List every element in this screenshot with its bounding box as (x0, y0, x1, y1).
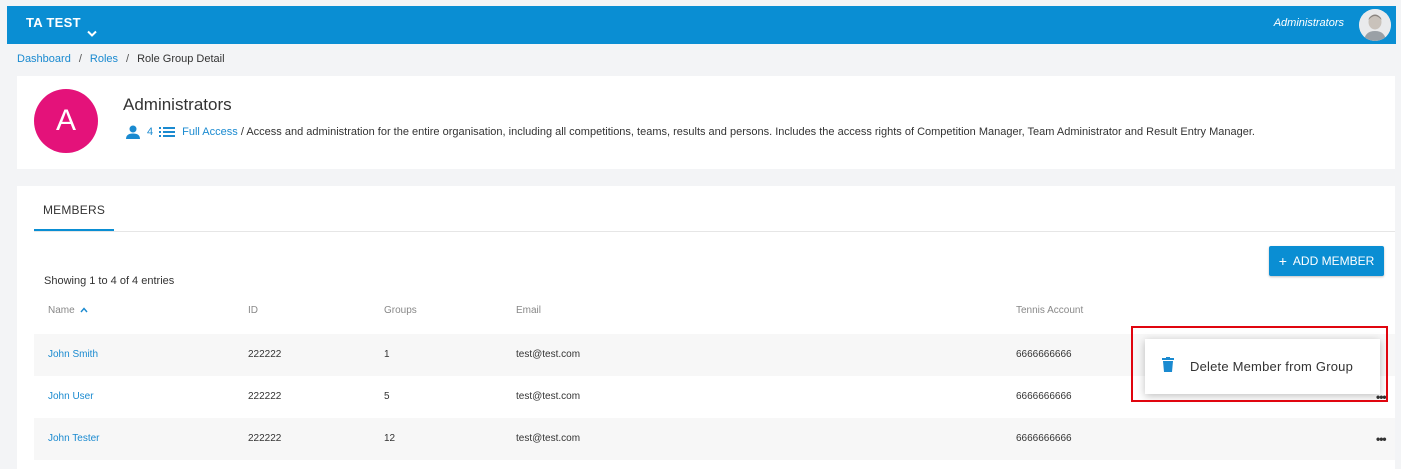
column-header-email[interactable]: Email (516, 305, 541, 316)
breadcrumb-current: Role Group Detail (137, 53, 225, 65)
member-email: test@test.com (516, 349, 581, 360)
breadcrumb-roles[interactable]: Roles (90, 53, 118, 65)
table-row: John Tester 222222 12 test@test.com 6666… (34, 418, 1395, 460)
member-groups: 1 (384, 349, 390, 360)
member-id: 222222 (248, 349, 282, 360)
row-menu-button[interactable]: ••• (1376, 418, 1387, 460)
sort-asc-icon (80, 305, 89, 316)
member-name-link[interactable]: John Tester (48, 418, 100, 460)
member-count: 4 (147, 126, 154, 138)
top-bar: TA TEST Administrators (7, 6, 1396, 44)
member-name-link[interactable]: John Smith (48, 334, 98, 376)
chevron-down-icon (87, 17, 97, 50)
member-id: 222222 (248, 433, 282, 444)
group-avatar: A (34, 89, 98, 153)
access-level-link[interactable]: Full Access (182, 126, 238, 138)
user-avatar[interactable] (1359, 9, 1391, 41)
member-tennis-account: 6666666666 (1016, 433, 1072, 444)
member-id: 222222 (248, 391, 282, 402)
entries-info: Showing 1 to 4 of 4 entries (44, 275, 175, 287)
member-name-link[interactable]: John User (48, 376, 94, 418)
org-switcher[interactable]: TA TEST (26, 6, 97, 44)
group-title: Administrators (123, 95, 232, 114)
breadcrumb-dashboard[interactable]: Dashboard (17, 53, 71, 65)
group-description: / Access and administration for the enti… (237, 126, 1255, 138)
member-email: test@test.com (516, 391, 581, 402)
column-header-tennis-account[interactable]: Tennis Account (1016, 305, 1083, 316)
group-meta: 4 Full Access / Access and administratio… (125, 125, 1255, 139)
tab-divider (34, 231, 1395, 232)
column-header-name-label: Name (48, 305, 75, 316)
plus-icon: + (1278, 253, 1287, 269)
column-header-name[interactable]: Name (48, 305, 89, 316)
member-tennis-account: 6666666666 (1016, 349, 1072, 360)
breadcrumb: Dashboard / Roles / Role Group Detail (17, 53, 225, 65)
breadcrumb-separator: / (78, 53, 82, 65)
highlight-box (1131, 326, 1388, 402)
org-name: TA TEST (26, 15, 81, 30)
add-member-button[interactable]: + ADD MEMBER (1269, 246, 1384, 276)
member-email: test@test.com (516, 433, 581, 444)
list-icon (159, 126, 176, 138)
person-icon (125, 125, 141, 139)
member-tennis-account: 6666666666 (1016, 391, 1072, 402)
member-groups: 12 (384, 433, 396, 444)
tab-members[interactable]: MEMBERS (34, 186, 114, 230)
breadcrumb-separator: / (126, 53, 130, 65)
group-header-card: A Administrators 4 Full Access / Access … (17, 76, 1395, 169)
column-header-groups[interactable]: Groups (384, 305, 417, 316)
add-member-label: ADD MEMBER (1292, 254, 1375, 268)
user-name[interactable]: Administrators (1274, 17, 1344, 29)
member-groups: 5 (384, 391, 390, 402)
column-header-id[interactable]: ID (248, 305, 258, 316)
